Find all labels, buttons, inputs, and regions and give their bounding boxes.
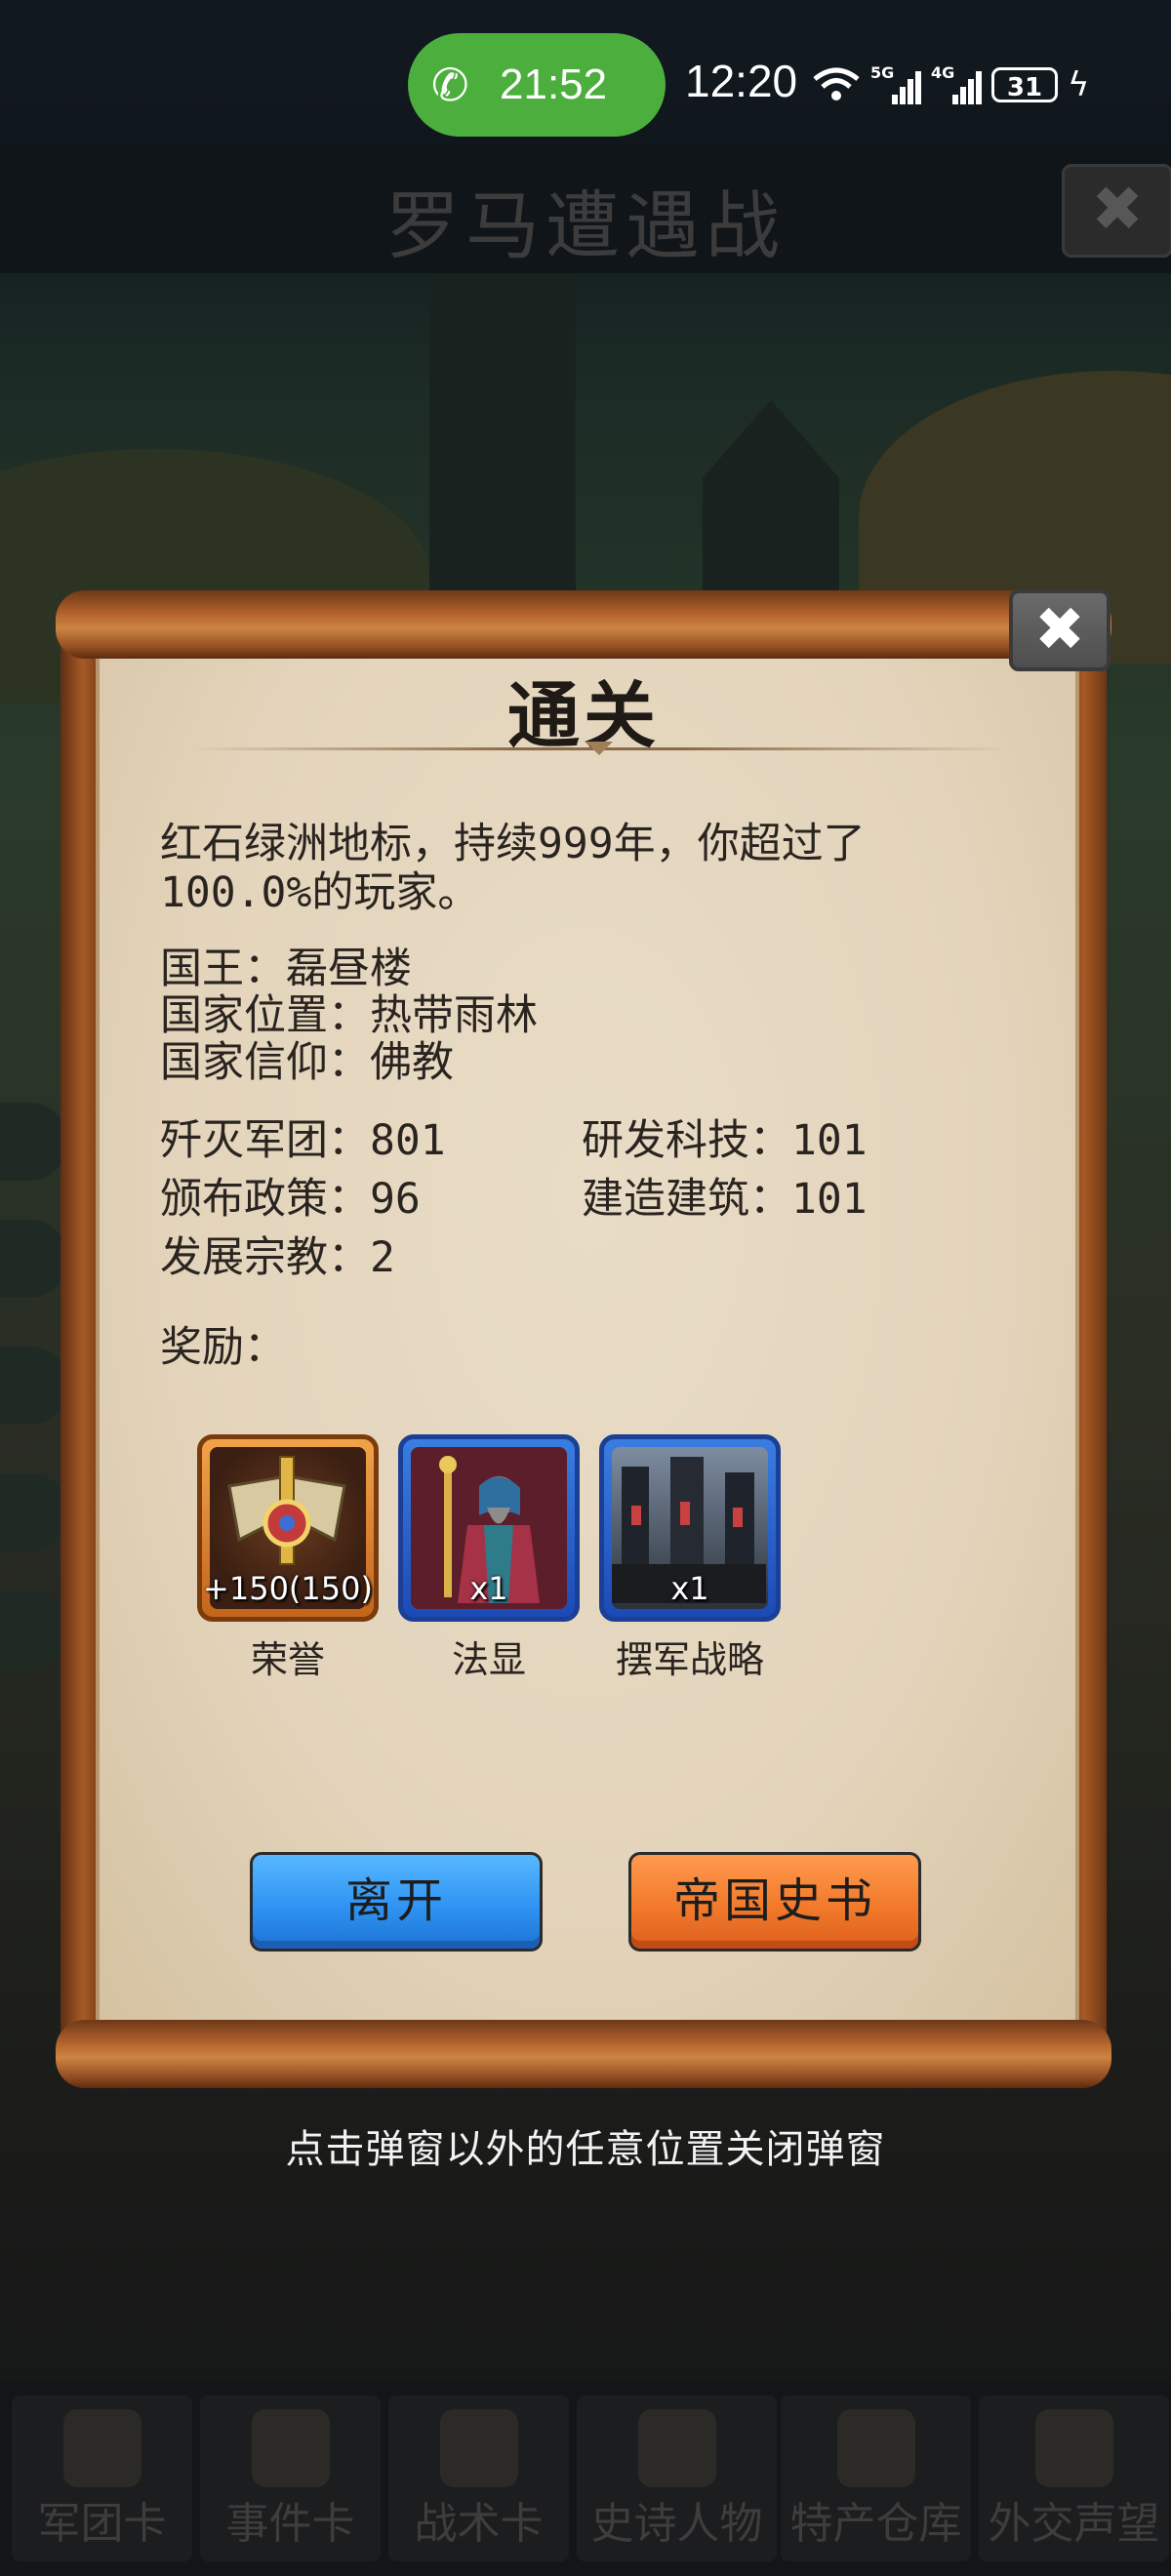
- helmet-icon: [62, 2409, 141, 2487]
- compass-icon: [439, 2409, 518, 2487]
- reward-frame: x1: [398, 1434, 580, 1622]
- bg-close-icon: ✖: [1062, 164, 1171, 258]
- scroll-rod-top: [56, 590, 1111, 659]
- bg-side-icon: [0, 1103, 68, 1181]
- tab-label: 特产仓库: [789, 2499, 962, 2549]
- bg-tower: [703, 400, 839, 595]
- status-clock: 12:20: [685, 56, 798, 106]
- reward-qty: x1: [469, 1570, 508, 1607]
- religion-info: 国家信仰：佛教: [160, 1038, 454, 1087]
- bg-side-icon: [0, 1220, 68, 1298]
- tab-diplomacy: 外交声望: [979, 2395, 1169, 2561]
- reward-name: 法显: [451, 1638, 526, 1681]
- reward-name: 荣誉: [250, 1638, 325, 1681]
- rewards-label: 奖励：: [160, 1323, 286, 1372]
- scroll-icon: [251, 2409, 330, 2487]
- bg-side-icon: [0, 1347, 68, 1425]
- crown-icon: [637, 2409, 716, 2487]
- bg-page-title: 罗马遭遇战: [385, 182, 786, 269]
- reward-item-honor[interactable]: +150(150) 荣誉: [197, 1434, 379, 1683]
- tab-legion-cards: 军团卡: [12, 2395, 192, 2561]
- reward-frame: +150(150): [197, 1434, 379, 1622]
- leave-button[interactable]: 离开: [250, 1852, 543, 1952]
- scroll-rod-bottom: [56, 2020, 1111, 2088]
- charging-icon: ϟ: [1068, 65, 1090, 104]
- reward-qty: x1: [670, 1570, 709, 1607]
- network-type: 4G: [931, 63, 955, 82]
- summary-line-2: 100.0%的玩家。: [160, 868, 480, 917]
- stat-destroyed-legions: 歼灭军团：801: [160, 1116, 446, 1165]
- tab-epic-figures: 史诗人物: [577, 2395, 777, 2561]
- tab-specialty-warehouse: 特产仓库: [781, 2395, 971, 2561]
- tab-event-cards: 事件卡: [200, 2395, 381, 2561]
- bg-tower: [429, 273, 576, 595]
- phone-icon: ✆: [431, 59, 469, 111]
- bg-side-icon: [0, 1590, 68, 1669]
- chest-icon: [836, 2409, 915, 2487]
- bg-side-icon: [0, 1473, 68, 1551]
- tab-tactic-cards: 战术卡: [388, 2395, 569, 2561]
- empire-history-button[interactable]: 帝国史书: [628, 1852, 921, 1952]
- call-duration: 21:52: [500, 60, 608, 108]
- tab-label: 事件卡: [225, 2499, 355, 2549]
- status-icons: 5G 4G 31 ϟ: [812, 60, 1089, 109]
- signal-4g-icon: 4G: [931, 63, 982, 104]
- dialog-title: 通关: [507, 674, 660, 758]
- reward-frame: x1: [599, 1434, 781, 1622]
- tab-label: 战术卡: [414, 2499, 544, 2549]
- reward-item-faxian[interactable]: x1 法显: [398, 1434, 580, 1683]
- close-hint: 点击弹窗以外的任意位置关闭弹窗: [285, 2127, 886, 2172]
- envelope-icon: [1034, 2409, 1113, 2487]
- signal-5g-icon: 5G: [870, 63, 921, 104]
- reward-item-strategy[interactable]: x1 摆军战略: [599, 1434, 781, 1683]
- reward-qty: +150(150): [203, 1570, 373, 1607]
- wifi-icon: [813, 67, 860, 101]
- title-divider: [189, 747, 1009, 750]
- stat-built-buildings: 建造建筑：101: [582, 1175, 868, 1224]
- reward-name: 摆军战略: [615, 1638, 764, 1681]
- stat-issued-policies: 颁布政策：96: [160, 1175, 421, 1224]
- tab-label: 外交声望: [988, 2499, 1160, 2549]
- ongoing-call-pill[interactable]: ✆ 21:52: [408, 33, 666, 137]
- tab-label: 史诗人物: [590, 2499, 763, 2549]
- battery-icon: 31: [991, 67, 1058, 102]
- close-icon: ✖: [1034, 593, 1085, 664]
- stat-developed-religion: 发展宗教：2: [160, 1233, 395, 1282]
- tab-label: 军团卡: [37, 2499, 167, 2549]
- stat-researched-tech: 研发科技：101: [582, 1116, 868, 1165]
- network-type: 5G: [870, 63, 895, 82]
